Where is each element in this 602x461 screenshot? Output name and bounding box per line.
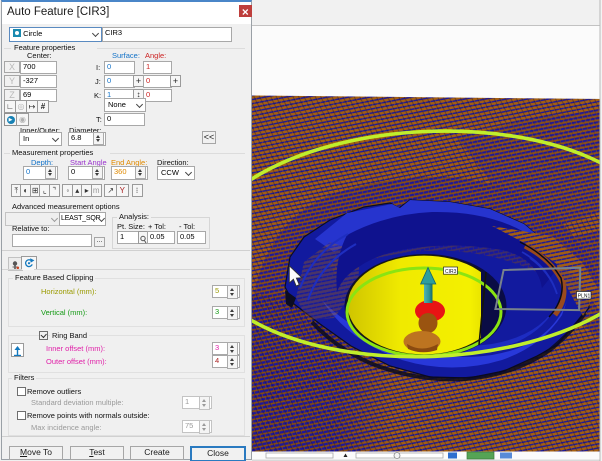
svg-text:CIR3: CIR3	[445, 269, 457, 275]
svg-text:PLN1: PLN1	[578, 294, 591, 300]
